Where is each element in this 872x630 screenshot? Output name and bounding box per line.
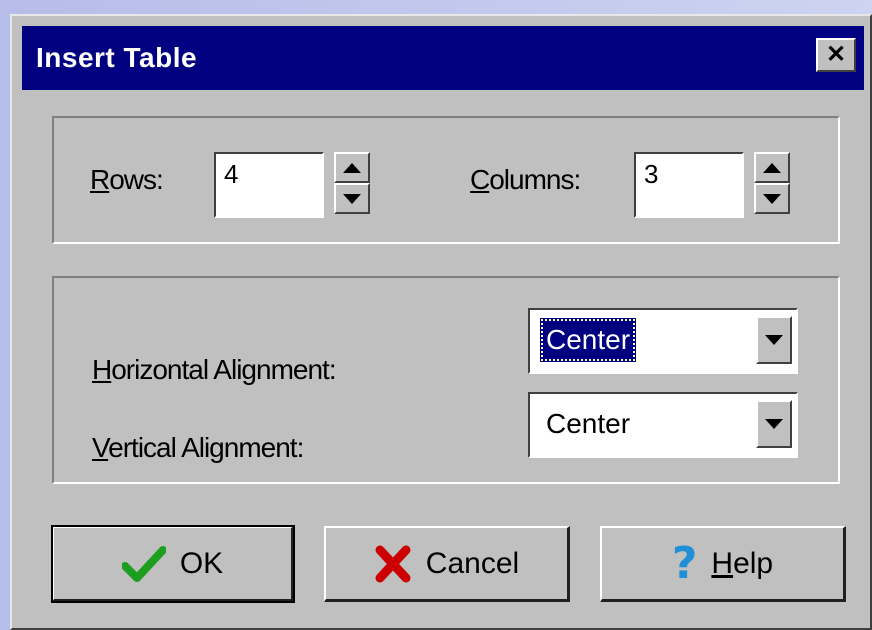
arrow-down-icon (763, 193, 781, 204)
rows-spinner[interactable] (334, 152, 370, 214)
close-button[interactable]: ✕ (816, 38, 856, 72)
arrow-down-icon (343, 193, 361, 204)
title-bar[interactable]: Insert Table ✕ (22, 26, 864, 90)
ok-button[interactable]: OK (51, 525, 295, 603)
columns-spinner[interactable] (754, 152, 790, 214)
vertical-alignment-select[interactable]: Center (528, 392, 798, 458)
columns-decrement-button[interactable] (754, 183, 790, 214)
horizontal-alignment-select[interactable]: Center (528, 308, 798, 374)
vertical-alignment-value: Center (546, 408, 631, 439)
rows-input[interactable]: 4 (214, 152, 324, 218)
rows-label: Rows: (90, 164, 164, 195)
chevron-down-icon (765, 419, 783, 429)
insert-table-dialog: Insert Table ✕ Rows: 4 Columns: 3 Horizo… (10, 14, 872, 630)
table-size-group: Rows: 4 Columns: 3 (52, 116, 840, 244)
horizontal-alignment-label: Horizontal Alignment: (92, 354, 337, 385)
cancel-button[interactable]: Cancel (324, 526, 570, 602)
cancel-label: Cancel (425, 546, 520, 580)
columns-input[interactable]: 3 (634, 152, 744, 218)
window-title: Insert Table (36, 42, 198, 73)
arrow-up-icon (343, 162, 361, 173)
rows-increment-button[interactable] (334, 152, 370, 183)
ok-label: OK (179, 546, 224, 580)
vertical-alignment-dropdown-button[interactable] (756, 400, 792, 448)
rows-decrement-button[interactable] (334, 183, 370, 214)
close-icon: ✕ (825, 41, 847, 68)
question-mark-icon: ? (671, 538, 698, 589)
vertical-alignment-label: Vertical Alignment: (92, 432, 304, 463)
horizontal-alignment-dropdown-button[interactable] (756, 316, 792, 364)
arrow-up-icon (763, 162, 781, 173)
chevron-down-icon (765, 335, 783, 345)
columns-increment-button[interactable] (754, 152, 790, 183)
horizontal-alignment-value: Center (540, 318, 637, 362)
x-icon (374, 544, 412, 584)
help-label: Help (711, 546, 774, 580)
columns-label: Columns: (470, 164, 581, 195)
alignment-group: Horizontal Alignment: Center Vertical Al… (52, 276, 840, 484)
checkmark-icon (121, 544, 166, 584)
help-button[interactable]: ? Help (600, 526, 846, 602)
